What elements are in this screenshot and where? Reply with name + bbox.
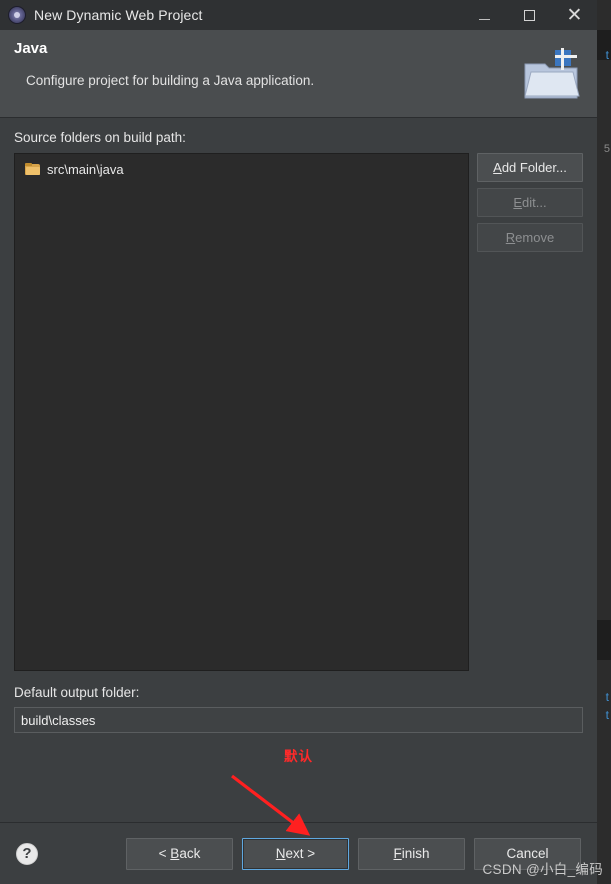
close-icon[interactable]: ✕: [552, 0, 597, 30]
folder-icon: [25, 163, 41, 176]
watermark: CSDN @小白_编码: [482, 862, 603, 877]
edit-button: Edit...: [477, 188, 583, 217]
window-title: New Dynamic Web Project: [34, 7, 203, 23]
remove-button: Remove: [477, 223, 583, 252]
background-block-mid: [597, 620, 611, 660]
help-icon[interactable]: ?: [16, 842, 38, 865]
desktop-background: [597, 0, 611, 884]
list-item[interactable]: src\main\java: [19, 160, 464, 179]
add-folder-label: Add Folder...: [493, 160, 567, 175]
build-path-row: src\main\java Add Folder... Edit... Remo…: [14, 153, 583, 671]
maximize-icon[interactable]: [507, 0, 552, 30]
finish-button[interactable]: Finish: [358, 837, 465, 870]
edit-label: Edit...: [513, 195, 547, 210]
finish-label: Finish: [393, 846, 430, 861]
source-folders-label: Source folders on build path:: [14, 130, 186, 145]
eclipse-logo-icon: [8, 6, 26, 24]
page-description: Configure project for building a Java ap…: [26, 73, 315, 88]
wizard-content: Source folders on build path: src\main\j…: [0, 118, 597, 822]
page-title: Java: [14, 40, 48, 57]
remove-label: Remove: [505, 230, 555, 245]
next-button[interactable]: Next >: [242, 837, 349, 870]
back-button[interactable]: < Back: [126, 837, 233, 870]
background-edge-text-2: t: [605, 690, 609, 704]
annotation-default-text: 默认: [284, 749, 313, 764]
window-controls: ✕: [462, 0, 597, 30]
next-label: Next >: [275, 846, 316, 861]
default-output-label: Default output folder:: [14, 685, 140, 700]
wizard-header: Java Configure project for building a Ja…: [0, 30, 597, 118]
default-output-input[interactable]: build\classes: [14, 707, 583, 733]
add-folder-button[interactable]: Add Folder...: [477, 153, 583, 182]
background-line-number: 5: [603, 143, 610, 155]
background-edge-text-3: t: [605, 708, 609, 722]
title-bar: New Dynamic Web Project ✕: [0, 0, 597, 30]
background-edge-text-1: t: [605, 48, 609, 62]
default-output-value: build\classes: [21, 712, 96, 728]
source-folders-tree[interactable]: src\main\java: [14, 153, 469, 671]
new-dynamic-web-project-dialog: New Dynamic Web Project ✕ Java Configure…: [0, 0, 597, 884]
tree-item-label: src\main\java: [47, 162, 124, 177]
back-label: < Back: [158, 846, 201, 861]
java-folder-icon: [524, 48, 580, 99]
minimize-icon[interactable]: [462, 0, 507, 30]
source-folder-actions: Add Folder... Edit... Remove: [477, 153, 583, 252]
